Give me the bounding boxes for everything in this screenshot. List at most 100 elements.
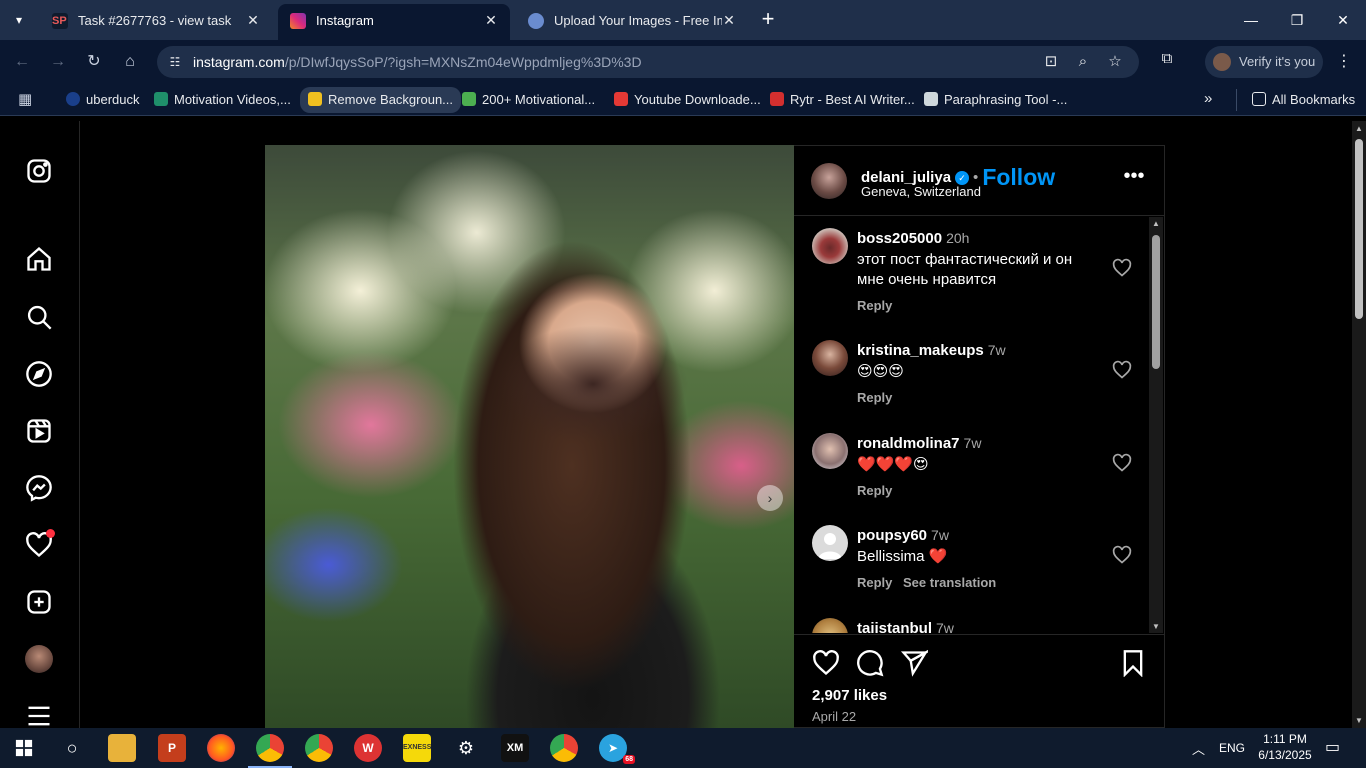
default-avatar-icon[interactable] [812,525,848,561]
file-explorer-icon[interactable] [108,734,136,762]
reels-icon[interactable] [25,417,53,445]
profile-verify-button[interactable]: Verify it's you [1205,46,1323,78]
like-heart-icon[interactable] [812,649,840,677]
tray-chevron-up-icon[interactable]: ︿ [1192,739,1205,758]
back-arrow-icon[interactable]: ← [10,50,34,74]
commenter-username[interactable]: tajistanbul [857,620,932,633]
instagram-logo-icon[interactable] [25,157,53,185]
post-location[interactable]: Geneva, Switzerland [861,184,981,199]
xm-icon[interactable]: XM [501,734,529,762]
like-heart-icon[interactable] [1112,453,1132,473]
bookmark-uberduck[interactable]: uberduck [66,90,139,110]
notifications-center-icon[interactable]: ▭ [1325,737,1340,757]
reply-button[interactable]: Reply [857,483,892,498]
firefox-icon[interactable] [207,734,235,762]
windows-start-icon[interactable] [10,734,38,762]
scroll-down-arrow-icon[interactable]: ▼ [1151,622,1161,631]
extensions-puzzle-icon[interactable]: ⧉ [1156,50,1178,74]
commenter-username[interactable]: ronaldmolina7 [857,435,960,452]
commenter-username[interactable]: kristina_makeups [857,342,984,359]
scroll-up-arrow-icon[interactable]: ▲ [1355,124,1363,133]
like-heart-icon[interactable] [1112,545,1132,565]
chrome-profile-icon[interactable] [248,734,292,768]
messenger-icon[interactable] [25,474,53,502]
reply-button[interactable]: Reply [857,575,892,590]
minimize-icon[interactable]: — [1236,8,1266,32]
new-tab-plus-icon[interactable]: + [757,8,779,32]
bookmark-star-icon[interactable]: ☆ [1105,52,1125,72]
reply-button[interactable]: Reply [857,298,892,313]
tab-instagram[interactable]: Instagram ✕ [278,4,510,40]
like-heart-icon[interactable] [1112,258,1132,278]
author-avatar[interactable] [811,163,847,199]
clock-time[interactable]: 1:11 PM [1261,732,1309,746]
apps-grid-icon[interactable]: ▦ [18,90,36,108]
close-tab-icon[interactable]: ✕ [482,11,500,29]
bookmarks-overflow-chevron-icon[interactable]: » [1204,90,1212,107]
bookmark-motivational[interactable]: 200+ Motivational... [462,90,595,110]
close-window-icon[interactable]: ✕ [1328,8,1358,32]
follow-button[interactable]: Follow [982,164,1055,190]
settings-gear-icon[interactable]: ⚙ [452,734,480,762]
forward-arrow-icon[interactable]: → [46,50,70,74]
tab-upload-images[interactable]: Upload Your Images - Free Imag ✕ [516,4,748,40]
explore-compass-icon[interactable] [25,360,53,388]
site-info-icon[interactable]: ☷ [165,52,185,72]
page-scroll-thumb[interactable] [1355,139,1363,319]
commenter-avatar[interactable] [812,228,848,264]
clock-date[interactable]: 6/13/2025 [1257,748,1313,762]
tab-task[interactable]: SP Task #2677763 - view task ✕ [40,4,272,40]
create-plus-icon[interactable] [25,588,53,616]
exness-icon[interactable]: EXNESS [403,734,431,762]
scroll-up-arrow-icon[interactable]: ▲ [1151,219,1161,228]
commenter-avatar[interactable] [812,433,848,469]
comments-scrollbar[interactable]: ▲ ▼ [1149,217,1163,633]
chrome-menu-icon[interactable]: ⋮ [1334,50,1354,74]
chrome-icon[interactable] [305,734,333,762]
bookmark-youtube-downloader[interactable]: Youtube Downloade... [614,90,761,110]
url-text[interactable]: instagram.com/p/DIwfJqysSoP/?igsh=MXNsZm… [193,54,642,70]
more-options-icon[interactable]: ••• [1122,166,1146,192]
bookmark-paraphrasing-tool[interactable]: Paraphrasing Tool -... [924,90,1067,110]
bookmark-remove-background[interactable]: Remove Backgroun... [300,87,462,113]
address-bar[interactable]: ☷ instagram.com/p/DIwfJqysSoP/?igsh=MXNs… [157,46,1139,78]
next-image-chevron-icon[interactable]: › [757,485,783,511]
wps-office-icon[interactable]: W [354,734,382,762]
save-bookmark-icon[interactable] [1119,649,1147,678]
comment-bubble-icon[interactable] [856,649,884,677]
close-tab-icon[interactable]: ✕ [720,11,738,29]
see-translation-link[interactable]: See translation [903,575,996,590]
commenter-username[interactable]: poupsy60 [857,527,927,544]
profile-avatar[interactable] [25,645,53,673]
telegram-icon[interactable]: ➤ 68 [599,734,635,764]
close-tab-icon[interactable]: ✕ [244,11,262,29]
comments-scroll-thumb[interactable] [1152,235,1160,369]
share-paper-plane-icon[interactable] [900,649,931,677]
restore-icon[interactable]: ❐ [1282,8,1312,32]
language-indicator[interactable]: ENG [1219,741,1245,755]
likes-count[interactable]: 2,907 likes [812,687,887,704]
search-circle-icon[interactable]: ○ [58,734,86,762]
chrome-alt-profile-icon[interactable] [550,734,578,762]
reply-button[interactable]: Reply [857,390,892,405]
scroll-down-arrow-icon[interactable]: ▼ [1355,716,1363,725]
home-icon[interactable]: ⌂ [118,50,142,74]
all-bookmarks-folder[interactable]: All Bookmarks [1252,90,1355,110]
commenter-username[interactable]: boss205000 [857,230,942,247]
tab-search-chevron-icon[interactable]: ▾ [6,8,32,32]
powerpoint-icon[interactable]: P [158,734,186,762]
notifications-heart-icon[interactable] [25,529,55,559]
bookmark-rytr[interactable]: Rytr - Best AI Writer... [770,90,915,110]
reload-icon[interactable]: ↻ [82,50,106,74]
commenter-avatar[interactable] [812,340,848,376]
more-menu-icon[interactable] [25,702,53,728]
commenter-avatar[interactable] [812,618,848,633]
install-app-icon[interactable]: ⊡ [1041,52,1061,72]
search-icon[interactable] [25,303,53,331]
bookmark-motivation-videos[interactable]: Motivation Videos,... [154,90,291,110]
like-heart-icon[interactable] [1112,360,1132,380]
home-icon[interactable] [25,245,53,273]
post-photo[interactable]: › [265,145,794,728]
page-scrollbar[interactable]: ▲ ▼ [1352,121,1366,728]
zoom-icon[interactable]: ⌕ [1073,52,1093,72]
